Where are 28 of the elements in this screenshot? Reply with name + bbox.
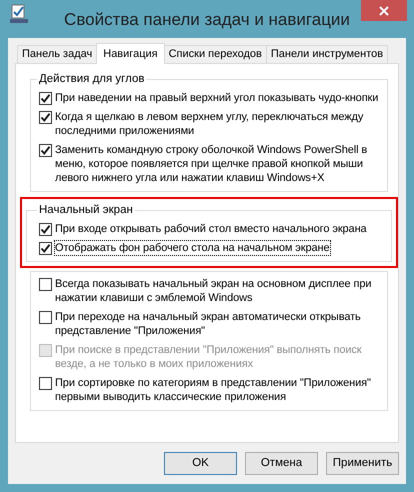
checkbox-label[interactable]: При переходе на начальный экран автоматически открывать представление "Приложения" bbox=[55, 310, 383, 338]
dialog-button[interactable]: OK bbox=[164, 452, 237, 475]
checkbox[interactable] bbox=[39, 92, 52, 105]
close-icon bbox=[379, 6, 389, 16]
checkbox[interactable] bbox=[39, 111, 52, 124]
checkbox[interactable] bbox=[39, 377, 52, 390]
checkbox-label[interactable]: При наведении на правый верхний угол показывать чудо-кнопки bbox=[55, 91, 378, 105]
window-title: Свойства панели задач и навигации bbox=[63, 9, 351, 32]
checkbox-label[interactable]: Когда я щелкаю в левом верхнем углу, переключаться между последними приложениями bbox=[55, 110, 383, 138]
group-heading: Начальный экран bbox=[38, 203, 134, 217]
app-icon bbox=[10, 4, 28, 24]
checkbox-label[interactable]: Всегда показывать начальный экран на основном дисплее при нажатии клавиши с эмблемой Windows bbox=[55, 277, 383, 305]
checkbox-label[interactable]: Заменить командную строку оболочкой Windows PowerShell в меню, которое появляется при щелчке правой кнопкой мыши левого нижнего угла или нажатии клавиш Windows+X bbox=[55, 143, 383, 185]
tab[interactable]: Панель задач bbox=[17, 45, 98, 63]
checkbox[interactable] bbox=[39, 144, 52, 157]
tab[interactable]: Навигация bbox=[96, 43, 165, 64]
checkbox-label[interactable]: При сортировке по категориям в представлении "Приложения" первыми выводить классические приложения bbox=[55, 376, 383, 404]
checkbox-label[interactable]: При входе открывать рабочий стол вместо начального экрана bbox=[55, 222, 367, 236]
dialog-button[interactable]: Отмена bbox=[245, 452, 318, 475]
tab[interactable]: Панели инструментов bbox=[266, 45, 388, 63]
checkbox[interactable] bbox=[39, 311, 52, 324]
group-heading: Действия для углов bbox=[38, 72, 146, 86]
close-button[interactable] bbox=[361, 0, 407, 21]
checkbox-label[interactable]: Отображать фон рабочего стола на начальном экране bbox=[55, 241, 330, 255]
checkbox[interactable] bbox=[39, 223, 52, 236]
checkbox[interactable] bbox=[39, 278, 52, 291]
dialog-button[interactable]: Применить bbox=[326, 452, 399, 475]
checkbox[interactable] bbox=[39, 242, 52, 255]
